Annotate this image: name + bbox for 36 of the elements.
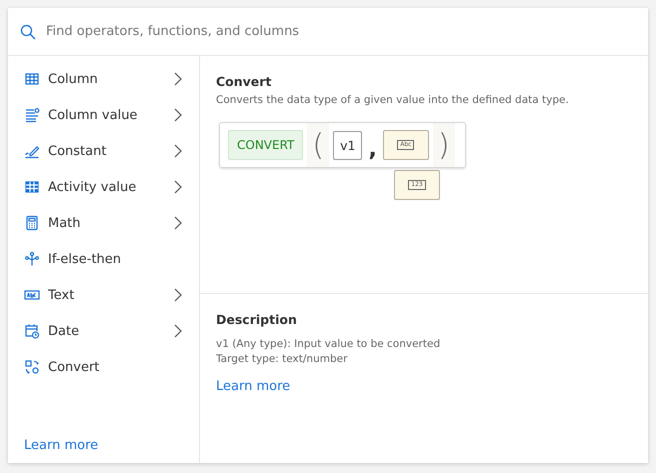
chevron-right-icon	[173, 179, 183, 195]
comma: ,	[368, 136, 377, 162]
function-summary: Converts the data type of a given value into the defined data type.	[216, 94, 570, 106]
open-paren: (	[307, 123, 330, 167]
chevron-right-icon	[173, 287, 183, 303]
description-text: v1 (Any type): Input value to be converted	[216, 337, 442, 352]
list-search-icon	[24, 107, 40, 123]
sidebar-item[interactable]: Convert	[8, 349, 199, 385]
function-title: Convert	[216, 74, 272, 89]
chevron-right-icon	[173, 107, 183, 123]
sidebar-item[interactable]: Column value	[8, 97, 199, 133]
calculator-icon	[24, 215, 40, 231]
sidebar-item[interactable]: Column	[8, 61, 199, 97]
sidebar-item[interactable]: Date	[8, 313, 199, 349]
table-icon	[24, 179, 40, 195]
sidebar-item[interactable]: Constant	[8, 133, 199, 169]
learn-more-link[interactable]: Learn more	[216, 379, 632, 394]
chevron-right-icon	[173, 215, 183, 231]
close-paren: )	[432, 123, 455, 167]
sidebar-item[interactable]: If-else-then	[8, 241, 199, 277]
branch-icon	[24, 251, 40, 267]
argument-token[interactable]: v1	[333, 130, 362, 160]
convert-icon	[24, 359, 40, 375]
description-text: Target type: text/number	[216, 352, 348, 367]
sidebar-item[interactable]: Math	[8, 205, 199, 241]
chevron-right-icon	[173, 71, 183, 87]
function-token[interactable]: CONVERT	[228, 130, 304, 160]
chevron-right-icon	[173, 323, 183, 339]
calendar-clock-icon	[24, 323, 40, 339]
learn-more-link[interactable]: Learn more	[24, 438, 199, 453]
search-icon	[20, 24, 36, 40]
description-heading: Description	[216, 312, 298, 327]
chevron-right-icon	[173, 143, 183, 159]
sidebar-item[interactable]: Activity value	[8, 169, 199, 205]
sidebar-item[interactable]: Text	[8, 277, 199, 313]
table-icon	[24, 71, 40, 87]
